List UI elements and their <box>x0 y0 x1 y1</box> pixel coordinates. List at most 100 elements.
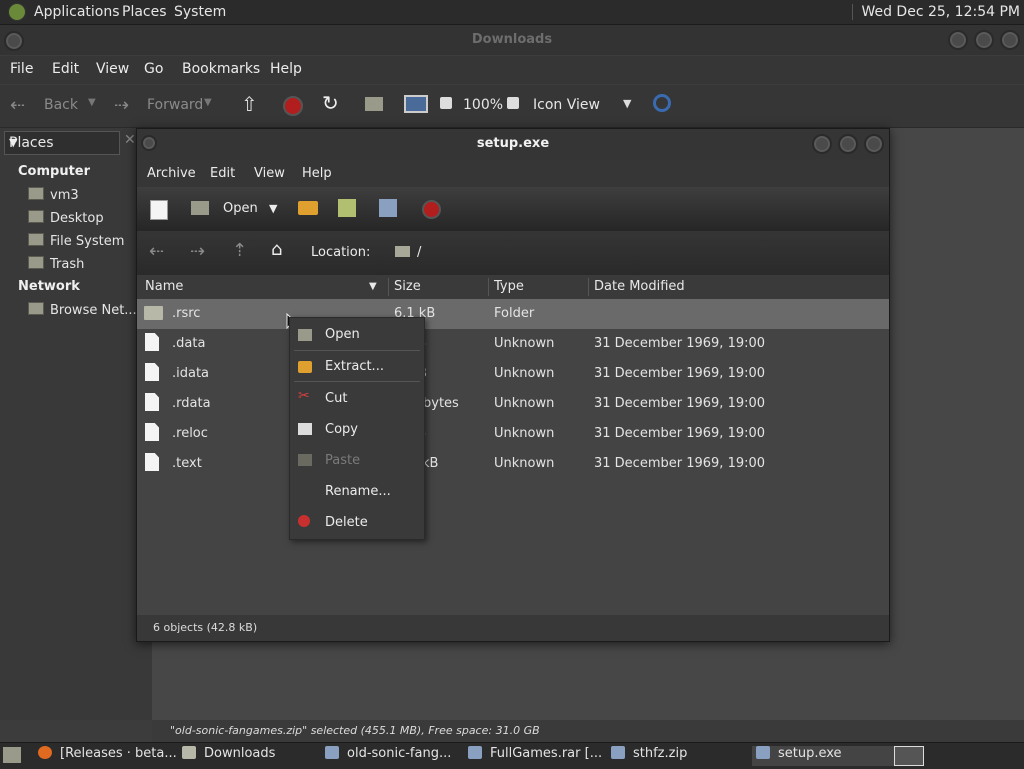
new-archive-icon[interactable] <box>150 200 168 220</box>
column-name[interactable]: Name <box>145 279 183 294</box>
add-folder-icon[interactable] <box>379 199 397 217</box>
copy-icon <box>298 423 312 435</box>
column-size[interactable]: Size <box>394 279 421 294</box>
forward-button[interactable]: Forward <box>147 97 203 113</box>
menu-archive[interactable]: Archive <box>147 166 196 181</box>
minimize-icon[interactable] <box>948 30 968 50</box>
clock[interactable]: Wed Dec 25, 12:54 PM <box>852 4 1020 20</box>
sidebar-item-file-system[interactable]: File System <box>28 233 124 249</box>
system-menu[interactable]: System <box>174 4 226 20</box>
back-arrow-icon[interactable]: ⇠ <box>10 95 25 116</box>
reload-icon[interactable]: ↻ <box>322 91 339 115</box>
table-row[interactable]: .rdata bytes Unknown 31 December 1969, 1… <box>137 389 889 419</box>
sidebar-item-label: vm3 <box>50 188 79 203</box>
zoom-in-icon[interactable] <box>507 97 519 109</box>
sidebar-item-vm3[interactable]: vm3 <box>28 187 79 203</box>
taskbar-item-downloads[interactable]: Downloads <box>182 746 317 766</box>
sidebar-item-browse-network[interactable]: Browse Net... <box>28 302 137 318</box>
back-button[interactable]: Back <box>44 97 78 113</box>
task-label: old-sonic-fang... <box>347 746 452 761</box>
archive-close-icon[interactable] <box>864 134 884 154</box>
forward-icon[interactable]: ⇢ <box>190 241 205 262</box>
open-archive-icon[interactable] <box>191 201 209 215</box>
menu-help[interactable]: Help <box>270 61 302 77</box>
extract-icon[interactable] <box>298 201 318 215</box>
close-icon[interactable] <box>1000 30 1020 50</box>
context-item-delete[interactable]: Delete <box>325 515 368 530</box>
menu-help[interactable]: Help <box>302 166 332 181</box>
sort-descending-icon[interactable]: ▼ <box>369 281 377 292</box>
menu-view[interactable]: View <box>96 61 129 77</box>
menu-edit[interactable]: Edit <box>210 166 235 181</box>
sidebar-item-trash[interactable]: Trash <box>28 256 84 272</box>
context-item-open[interactable]: Open <box>325 327 360 342</box>
table-row[interactable]: .text kB Unknown 31 December 1969, 19:00 <box>137 449 889 479</box>
view-mode-dropdown-icon[interactable]: ▼ <box>623 97 631 110</box>
paste-icon <box>298 454 312 466</box>
column-type[interactable]: Type <box>494 279 524 294</box>
archive-minimize-icon[interactable] <box>812 134 832 154</box>
table-row[interactable]: .idata B Unknown 31 December 1969, 19:00 <box>137 359 889 389</box>
stop-icon[interactable] <box>422 200 441 219</box>
places-dropdown-icon[interactable]: ▼ <box>9 136 115 149</box>
stop-icon[interactable] <box>283 96 303 116</box>
file-size: bytes <box>423 396 459 411</box>
menu-view[interactable]: View <box>254 166 285 181</box>
taskbar-item-browser[interactable]: [Releases · beta... <box>38 746 178 766</box>
sidebar-heading-computer: Computer <box>18 164 91 179</box>
back-icon[interactable]: ⇠ <box>149 241 164 262</box>
sidebar: Places ▼ ✕ Computer vm3 Desktop File Sys… <box>0 128 152 720</box>
menu-go[interactable]: Go <box>144 61 163 77</box>
trash-icon <box>28 256 44 269</box>
zoom-level: 100% <box>463 97 504 113</box>
computer-icon[interactable] <box>404 95 428 113</box>
places-menu[interactable]: Places <box>122 4 167 20</box>
workspace-switcher[interactable] <box>894 746 924 766</box>
location-path[interactable]: / <box>417 245 421 260</box>
context-item-extract[interactable]: Extract... <box>325 359 384 374</box>
sidebar-close-icon[interactable]: ✕ <box>124 132 136 148</box>
forward-dropdown-icon[interactable]: ▼ <box>204 97 212 108</box>
archive-icon <box>611 746 625 759</box>
archive-titlebar[interactable]: setup.exe <box>137 129 889 159</box>
archive-maximize-icon[interactable] <box>838 134 858 154</box>
back-dropdown-icon[interactable]: ▼ <box>88 97 96 108</box>
column-date-modified[interactable]: Date Modified <box>594 279 685 294</box>
menu-edit[interactable]: Edit <box>52 61 79 77</box>
home-icon[interactable] <box>365 97 383 111</box>
taskbar-item-fullgames[interactable]: FullGames.rar [... <box>468 746 603 766</box>
places-selector[interactable]: Places ▼ <box>4 131 120 155</box>
context-item-copy[interactable]: Copy <box>325 422 358 437</box>
up-icon[interactable]: ⇧ <box>241 92 258 116</box>
taskbar-item-sthfz[interactable]: sthfz.zip <box>611 746 746 766</box>
sidebar-item-desktop[interactable]: Desktop <box>28 210 104 226</box>
file-name: .text <box>172 456 202 471</box>
open-archive-button[interactable]: Open <box>223 201 258 216</box>
menu-bookmarks[interactable]: Bookmarks <box>182 61 260 77</box>
taskbar-item-setup-exe[interactable]: setup.exe <box>752 746 894 766</box>
archive-status-bar: 6 objects (42.8 kB) <box>137 615 889 641</box>
zoom-out-icon[interactable] <box>440 97 452 109</box>
distro-logo-icon[interactable] <box>8 3 26 21</box>
show-desktop-icon[interactable] <box>3 747 21 763</box>
context-item-rename[interactable]: Rename... <box>325 484 391 499</box>
table-row[interactable]: .reloc 3 Unknown 31 December 1969, 19:00 <box>137 419 889 449</box>
home-icon[interactable]: ⌂ <box>271 239 282 260</box>
view-mode-select[interactable]: Icon View <box>533 97 600 113</box>
maximize-icon[interactable] <box>974 30 994 50</box>
search-icon[interactable] <box>653 94 671 112</box>
downloads-titlebar[interactable]: Downloads <box>0 25 1024 55</box>
context-item-cut[interactable]: Cut <box>325 391 347 406</box>
menubar: File Edit View Go Bookmarks Help <box>0 56 1024 84</box>
taskbar-item-old-sonic-fangames[interactable]: old-sonic-fang... <box>325 746 460 766</box>
open-dropdown-icon[interactable]: ▼ <box>269 202 277 215</box>
table-row[interactable]: .rsrc 6.1 kB Folder <box>137 299 889 329</box>
table-row[interactable]: .data 3 Unknown 31 December 1969, 19:00 <box>137 329 889 359</box>
applications-menu[interactable]: Applications <box>34 4 120 20</box>
menu-file[interactable]: File <box>10 61 33 77</box>
add-files-icon[interactable] <box>338 199 356 217</box>
file-date: 31 December 1969, 19:00 <box>594 426 766 441</box>
up-icon[interactable]: ⇡ <box>232 240 247 261</box>
forward-arrow-icon[interactable]: ⇢ <box>114 95 129 116</box>
menu-separator <box>294 350 420 351</box>
